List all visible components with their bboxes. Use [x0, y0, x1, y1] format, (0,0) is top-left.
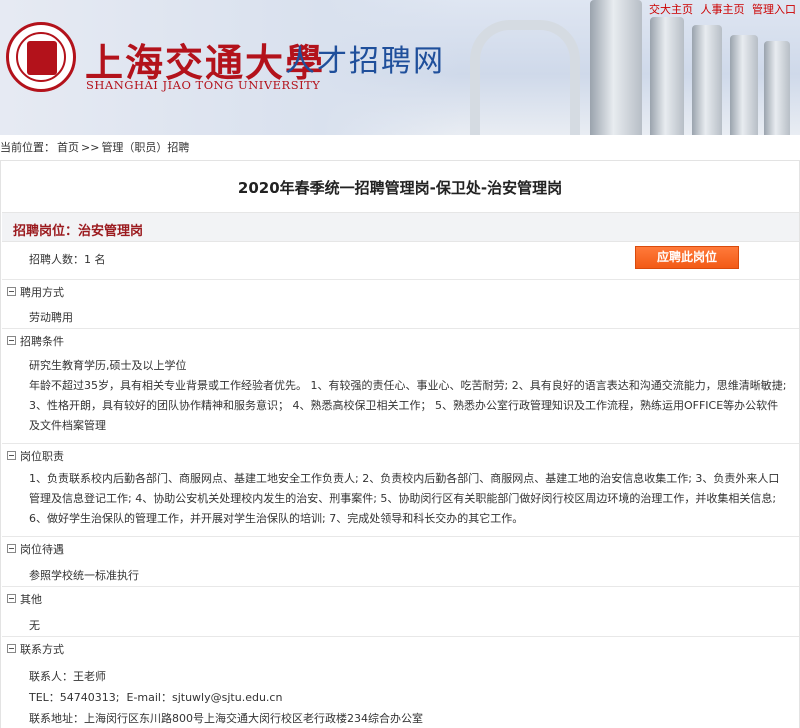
- header-banner: 上海交通大學 SHANGHAI JIAO TONG UNIVERSITY 人才招…: [0, 0, 800, 135]
- conditions-line-2: 年龄不超过35岁，具有相关专业背景或工作经验者优先。 1、有较强的责任心、事业心…: [29, 379, 787, 432]
- collapse-icon[interactable]: [7, 336, 16, 345]
- apply-button[interactable]: 应聘此岗位: [635, 246, 739, 269]
- conditions-line-1: 研究生教育学历,硕士及以上学位: [29, 359, 187, 372]
- breadcrumb-current[interactable]: 管理（职员）招聘: [101, 141, 189, 154]
- position-label: 招聘岗位：治安管理岗: [13, 224, 144, 239]
- top-links: 交大主页 人事主页 管理入口: [645, 1, 796, 17]
- section-duties[interactable]: 岗位职责: [7, 448, 64, 464]
- duties-content: 1、负责联系校内后勤各部门、商服网点、基建工地安全工作负责人; 2、负责校内后勤…: [29, 472, 780, 525]
- logo-english-name: SHANGHAI JIAO TONG UNIVERSITY: [86, 78, 321, 92]
- university-seal-logo[interactable]: [6, 22, 76, 92]
- job-title: 2020年春季统一招聘管理岗-保卫处-治安管理岗: [237, 179, 563, 197]
- link-university-home[interactable]: 交大主页: [649, 3, 693, 16]
- contact-tel-email: TEL：54740313; E-mail：sjtuwly@sjtu.edu.cn: [29, 689, 282, 705]
- section-treatment[interactable]: 岗位待遇: [7, 541, 64, 557]
- site-name: 人才招聘网: [285, 44, 445, 79]
- breadcrumb: 当前位置： 首页 >> 管理（职员）招聘: [0, 139, 800, 154]
- section-other[interactable]: 其他: [7, 591, 42, 607]
- section-contact-title: 联系方式: [20, 643, 64, 656]
- section-conditions-title: 招聘条件: [20, 335, 64, 348]
- contact-address: 联系地址：上海闵行区东川路800号上海交通大闵行校区老行政楼234综合办公室: [29, 712, 423, 725]
- breadcrumb-home[interactable]: 首页: [57, 141, 79, 154]
- collapse-icon[interactable]: [7, 451, 16, 460]
- section-treatment-title: 岗位待遇: [20, 543, 64, 556]
- job-detail-panel: 2020年春季统一招聘管理岗-保卫处-治安管理岗 招聘岗位：治安管理岗 招聘人数…: [0, 160, 800, 728]
- section-employment-title: 聘用方式: [20, 286, 64, 299]
- section-conditions[interactable]: 招聘条件: [7, 333, 64, 349]
- breadcrumb-separator: >>: [81, 141, 100, 154]
- contact-tel: TEL：54740313;: [29, 691, 120, 704]
- collapse-icon[interactable]: [7, 544, 16, 553]
- contact-person: 联系人：王老师: [29, 670, 106, 683]
- position-header: 招聘岗位：治安管理岗: [2, 212, 799, 242]
- employment-content: 劳动聘用: [29, 311, 73, 324]
- banner-building-photo: [460, 0, 800, 135]
- treatment-content: 参照学校统一标准执行: [29, 569, 139, 582]
- collapse-icon[interactable]: [7, 287, 16, 296]
- other-content: 无: [29, 619, 40, 632]
- conditions-content: 研究生教育学历,硕士及以上学位 年龄不超过35岁，具有相关专业背景或工作经验者优…: [29, 356, 789, 436]
- section-employment[interactable]: 聘用方式: [7, 284, 64, 300]
- link-hr-home[interactable]: 人事主页: [701, 3, 745, 16]
- section-contact[interactable]: 联系方式: [7, 641, 64, 657]
- section-duties-title: 岗位职责: [20, 450, 64, 463]
- link-admin-entry[interactable]: 管理入口: [752, 3, 796, 16]
- collapse-icon[interactable]: [7, 644, 16, 653]
- section-other-title: 其他: [20, 593, 42, 606]
- contact-email[interactable]: E-mail：sjtuwly@sjtu.edu.cn: [127, 691, 283, 704]
- headcount: 招聘人数：1 名: [29, 253, 106, 266]
- breadcrumb-label: 当前位置：: [0, 141, 55, 154]
- collapse-icon[interactable]: [7, 594, 16, 603]
